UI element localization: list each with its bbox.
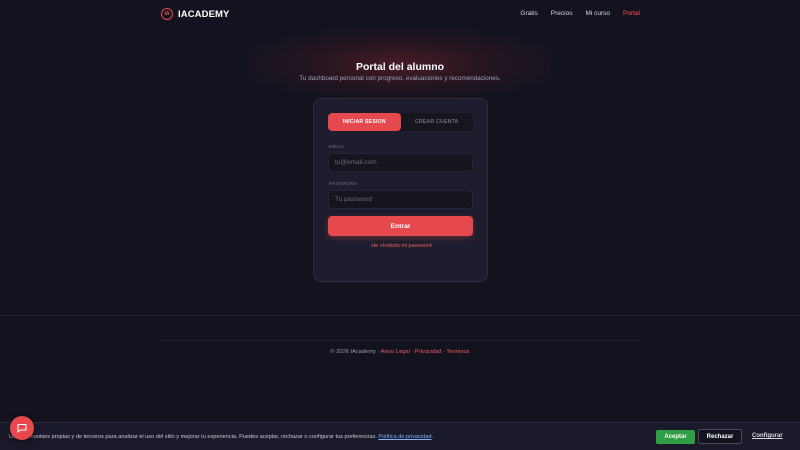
- cookie-text: Usamos cookies propias y de terceros par…: [9, 434, 433, 440]
- logo-text: IACADEMY: [178, 8, 230, 20]
- footer-link-aviso-legal[interactable]: Aviso Legal: [381, 349, 410, 355]
- accept-cookies-button[interactable]: Aceptar: [656, 430, 695, 444]
- logo-icon: IA: [161, 8, 173, 20]
- tab-iniciar-sesion[interactable]: INICIAR SESION: [328, 113, 401, 131]
- cookie-banner: Usamos cookies propias y de terceros par…: [0, 422, 800, 450]
- auth-tabs: INICIAR SESION CREAR CUENTA: [328, 113, 473, 131]
- footer-link-terminos[interactable]: Terminos: [446, 349, 469, 355]
- chat-icon: [17, 423, 27, 433]
- forgot-password-link[interactable]: He olvidado mi password: [314, 243, 489, 249]
- login-button[interactable]: Entrar: [328, 216, 473, 236]
- email-label: EMAIL: [329, 144, 345, 149]
- privacy-policy-link[interactable]: Política de privacidad: [378, 434, 431, 440]
- password-field[interactable]: [328, 190, 473, 209]
- configure-cookies-link[interactable]: Configurar: [752, 433, 783, 439]
- footer-link-privacidad[interactable]: Privacidad: [415, 349, 442, 355]
- nav-item-precios[interactable]: Precios: [551, 10, 573, 17]
- page-title: Portal del alumno: [355, 61, 445, 73]
- logo[interactable]: IA IACADEMY: [161, 8, 229, 20]
- site-header: IA IACADEMY Gratis Precios Mi curso Port…: [0, 0, 800, 30]
- login-card: INICIAR SESION CREAR CUENTA EMAIL PASSWO…: [313, 98, 488, 282]
- reject-cookies-button[interactable]: Rechazar: [698, 429, 742, 444]
- tab-crear-cuenta[interactable]: CREAR CUENTA: [401, 113, 474, 131]
- nav-item-portal[interactable]: Portal: [623, 10, 640, 17]
- footer-inner-divider: [160, 340, 640, 341]
- copyright-text: © 2026 IAcademy ·: [330, 349, 381, 355]
- footer-divider: [0, 315, 800, 316]
- cookie-text-end: .: [431, 434, 434, 440]
- nav-item-gratis[interactable]: Gratis: [520, 10, 537, 17]
- password-label: PASSWORD: [329, 181, 358, 186]
- page-subtitle: Tu dashboard personal con progreso, eval…: [299, 75, 501, 82]
- footer-text: © 2026 IAcademy · Aviso Legal · Privacid…: [0, 349, 800, 355]
- email-field[interactable]: [328, 153, 473, 172]
- cookie-message: Usamos cookies propias y de terceros par…: [9, 434, 379, 440]
- main-nav: Gratis Precios Mi curso Portal: [520, 10, 640, 17]
- chat-button[interactable]: [10, 416, 34, 440]
- nav-item-mi-curso[interactable]: Mi curso: [585, 10, 610, 17]
